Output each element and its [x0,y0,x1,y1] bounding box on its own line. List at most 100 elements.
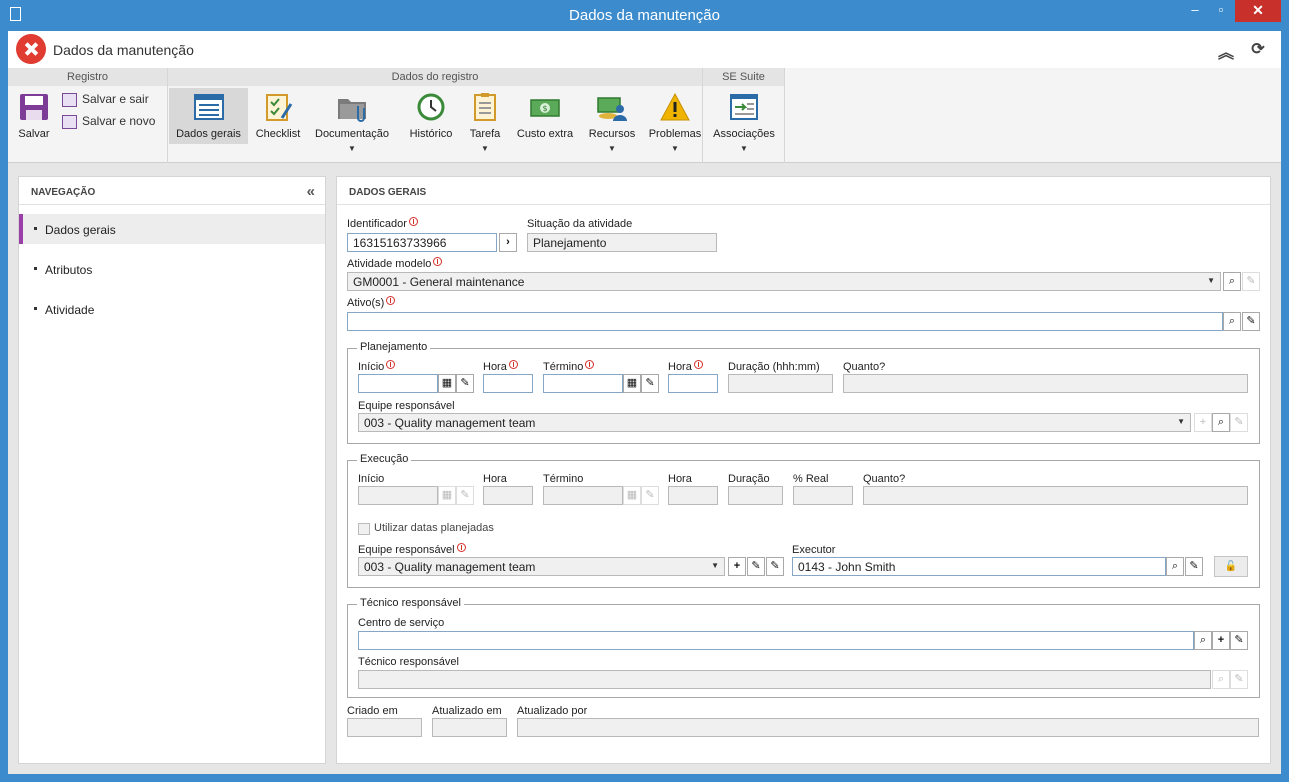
planejamento-termino-input[interactable] [543,374,623,393]
search-icon[interactable]: ⌕ [1223,312,1241,331]
situacao-label: Situação da atividade [527,218,633,230]
centro-servico-label: Centro de serviço [358,617,445,629]
eraser-icon[interactable]: ✎ [1242,312,1260,331]
associacoes-button[interactable]: Associações ▼ [705,88,783,153]
collapse-up-icon[interactable]: ︽ [1216,39,1236,62]
binoculars-icon[interactable]: ⌕ [1223,272,1241,291]
chevron-down-icon: ▼ [671,144,679,153]
client-area: Dados da manutenção ︽ ⟳ Registro Salvar … [8,31,1281,774]
folder-icon [338,99,366,122]
ribbon-group-label: SE Suite [703,68,784,86]
equipe-label: Equipe responsável [358,400,455,412]
eraser-icon[interactable]: ✎ [1185,557,1203,576]
window-titlebar: Dados da manutenção – ▫ ✕ [0,0,1289,31]
calendar-icon[interactable]: ▦ [623,374,641,393]
exec-hora-label: Hora [483,473,507,485]
planejamento-hora-input[interactable] [483,374,533,393]
save-and-exit-button[interactable]: Salvar e sair [62,92,149,112]
main-panel: DADOS GERAIS Identificador 1631516373396… [336,176,1271,764]
resources-icon [597,97,627,121]
save-and-exit-label: Salvar e sair [82,92,149,106]
save-label: Salvar [18,128,50,140]
exec-inicio-label: Início [358,473,385,485]
tecnico-responsavel-field [358,670,1211,689]
svg-text:$: $ [542,104,547,113]
chevron-down-icon: ▼ [740,144,748,153]
execucao-hora2-field [668,486,718,505]
recursos-button[interactable]: Recursos ▼ [582,88,642,153]
problemas-button[interactable]: Problemas ▼ [644,88,706,153]
planejamento-equipe-select[interactable]: 003 - Quality management team ▼ [358,413,1191,432]
close-button[interactable]: ✕ [1235,0,1281,22]
quanto-label: Quanto? [843,361,886,373]
eraser-icon[interactable]: ✎ [641,374,659,393]
identificador-input[interactable]: 16315163733966 [347,233,497,252]
atividade-modelo-label: Atividade modelo [347,257,443,270]
save-and-new-button[interactable]: Salvar e novo [62,114,155,134]
nav-item-dados-gerais[interactable]: Dados gerais [19,214,325,244]
planejamento-legend: Planejamento [357,341,431,353]
planejamento-fieldset: Planejamento Início ▦ ✎ Hora Término ▦ ✎… [347,341,1260,444]
planejamento-inicio-input[interactable] [358,374,438,393]
history-icon [417,93,445,121]
minimize-button[interactable]: – [1182,0,1208,22]
plus-icon[interactable]: + [728,557,746,576]
eraser-icon[interactable]: ✎ [1230,631,1248,650]
nav-item-atributos[interactable]: Atributos [19,254,325,284]
checklist-button[interactable]: Checklist [252,88,304,144]
pencil-icon[interactable]: ✎ [747,557,765,576]
binoculars-icon[interactable]: ⌕ [1212,413,1230,432]
documentacao-button[interactable]: Documentação ▼ [312,88,392,153]
plus-icon[interactable]: + [1212,631,1230,650]
nav-item-atividade[interactable]: Atividade [19,294,325,324]
planejamento-hora2-input[interactable] [668,374,718,393]
tecnico-legend: Técnico responsável [357,597,464,609]
tarefa-button[interactable]: Tarefa ▼ [462,88,508,153]
tecnico-responsavel-label: Técnico responsável [358,656,459,668]
required-icon [508,360,518,369]
historico-label: Histórico [409,128,453,140]
ribbon-group-se-suite: SE Suite Associações ▼ [703,68,785,163]
atividade-modelo-select[interactable]: GM0001 - General maintenance ▼ [347,272,1221,291]
lock-icon[interactable]: 🔓 [1214,556,1248,577]
atualizado-por-label: Atualizado por [517,705,588,717]
calendar-icon: ▦ [623,486,641,505]
historico-button[interactable]: Histórico [400,88,462,144]
atualizado-por-field [517,718,1259,737]
utilizar-datas-checkbox[interactable] [358,523,370,535]
required-icon [585,360,595,369]
eraser-icon[interactable]: ✎ [766,557,784,576]
custo-extra-button[interactable]: $ Custo extra [512,88,578,144]
save-exit-icon [62,92,77,107]
execucao-equipe-select[interactable]: 003 - Quality management team ▼ [358,557,725,576]
identificador-label: Identificador [347,217,418,230]
calendar-icon[interactable]: ▦ [438,374,456,393]
inicio-label: Início [358,360,396,373]
execucao-fieldset: Execução Início ▦ ✎ Hora Término ▦ ✎ Hor… [347,453,1260,588]
centro-servico-input[interactable] [358,631,1194,650]
execucao-legend: Execução [357,453,412,465]
refresh-icon[interactable]: ⟳ [1248,39,1268,59]
search-icon[interactable]: ⌕ [1194,631,1212,650]
dados-gerais-button[interactable]: Dados gerais [169,88,248,144]
chevron-down-icon: ▼ [481,144,489,153]
ribbon-group-dados: Dados do registro Dados gerais Checklist… [168,68,703,163]
chevron-right-icon[interactable]: › [499,233,517,252]
eraser-icon[interactable]: ✎ [456,374,474,393]
execucao-real-field [793,486,853,505]
search-icon[interactable]: ⌕ [1166,557,1184,576]
ativos-input[interactable] [347,312,1223,331]
tecnico-fieldset: Técnico responsável Centro de serviço ⌕ … [347,597,1260,698]
execucao-hora-field [483,486,533,505]
collapse-left-icon[interactable]: « [307,183,315,200]
ribbon-group-label: Dados do registro [168,68,702,86]
task-icon [474,93,496,121]
save-button[interactable]: Salvar [12,88,56,144]
documentacao-label: Documentação [315,128,389,140]
eraser-icon: ✎ [641,486,659,505]
chevron-down-icon: ▼ [608,144,616,153]
maximize-button[interactable]: ▫ [1208,0,1234,22]
maintenance-logo-icon [16,34,46,64]
planejamento-quanto-field [843,374,1248,393]
executor-input[interactable]: 0143 - John Smith [792,557,1166,576]
